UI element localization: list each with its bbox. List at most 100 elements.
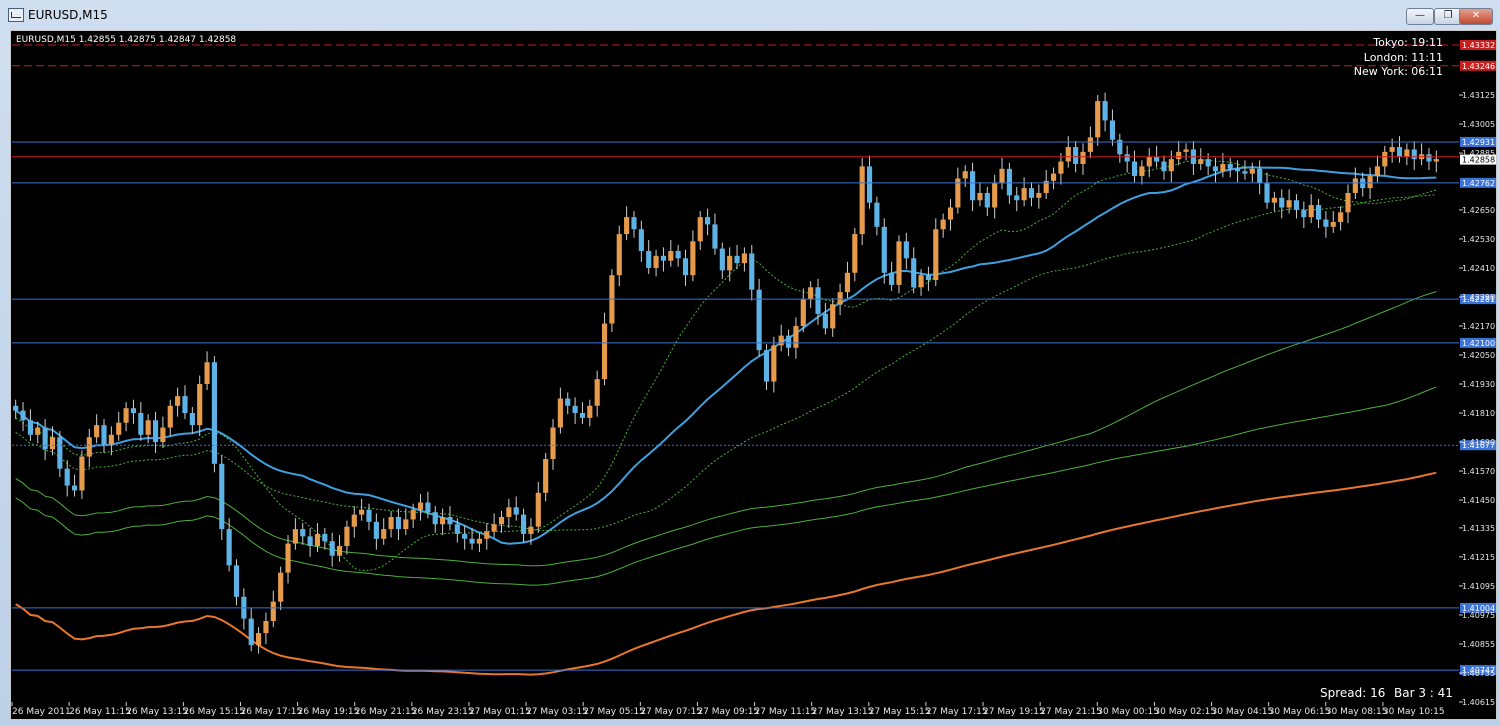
candle-body xyxy=(660,255,667,261)
candle-body xyxy=(1308,205,1314,218)
candle-body xyxy=(381,529,387,539)
candle-body xyxy=(27,420,33,435)
candle-body xyxy=(263,620,269,634)
candle-body xyxy=(719,248,725,271)
candle-body xyxy=(108,434,114,445)
candle-body xyxy=(57,437,63,469)
candle-body xyxy=(307,536,313,547)
candle-body xyxy=(336,546,343,556)
candle-body xyxy=(535,492,541,527)
level-price-label: 1.42100 xyxy=(1462,339,1495,348)
y-tick-label: 1.42650 xyxy=(1462,206,1495,215)
candle-body xyxy=(712,224,718,249)
x-tick-label: 27 May 17:15 xyxy=(926,707,988,717)
y-tick-label: 1.43005 xyxy=(1462,120,1495,129)
x-tick-label: 30 May 02:15 xyxy=(1154,707,1216,717)
candle-body xyxy=(1073,147,1079,164)
candle-body xyxy=(344,526,350,547)
candle-body xyxy=(13,405,19,411)
candle-body xyxy=(594,379,600,406)
candle-body xyxy=(1264,183,1270,203)
x-tick-label: 27 May 05:15 xyxy=(583,707,645,717)
y-tick-label: 1.43125 xyxy=(1462,91,1495,100)
candle-body xyxy=(35,427,41,435)
candle-body xyxy=(970,171,976,201)
candle-body xyxy=(71,485,78,491)
x-tick-label: 27 May 03:15 xyxy=(526,707,588,717)
candle-body xyxy=(1205,159,1211,167)
candle-body xyxy=(638,229,644,252)
candle-body xyxy=(285,543,291,573)
candle-body xyxy=(668,251,674,261)
candle-body xyxy=(440,517,446,525)
candle-body xyxy=(366,509,372,522)
candle-body xyxy=(329,541,335,556)
y-tick-label: 1.41570 xyxy=(1462,467,1495,476)
candle-body xyxy=(491,524,497,532)
candle-body xyxy=(403,519,409,530)
candle-body xyxy=(454,524,460,534)
candle-body xyxy=(1338,212,1344,222)
candle-body xyxy=(903,241,909,259)
y-tick-label: 1.42290 xyxy=(1462,293,1495,302)
candle-body xyxy=(189,413,195,426)
x-tick-label: 30 May 00:15 xyxy=(1097,707,1159,717)
candle-body xyxy=(160,427,166,443)
candle-body xyxy=(624,217,630,235)
candle-body xyxy=(1058,161,1064,174)
y-tick-label: 1.41450 xyxy=(1462,496,1495,505)
mt4-chart-window: EURUSD,M15 — ❐ ✕ 1.43332 1.43246 1.42931 1.… xyxy=(0,0,1500,726)
candle-body xyxy=(1183,149,1189,152)
candle-body xyxy=(675,251,681,259)
candle-body xyxy=(1014,195,1020,201)
candle-body xyxy=(587,405,593,418)
candle-body xyxy=(697,217,703,242)
candle-body xyxy=(322,533,328,542)
candle-body xyxy=(1279,197,1285,208)
candle-body xyxy=(1139,166,1145,177)
candle-body xyxy=(1426,154,1432,162)
candle-body xyxy=(1146,156,1152,167)
candle-body xyxy=(1293,200,1300,210)
candle-body xyxy=(1323,219,1329,227)
candle-body xyxy=(256,633,262,646)
candle-body xyxy=(572,405,578,414)
candle-body xyxy=(896,241,902,285)
candle-body xyxy=(852,234,858,273)
candle-body xyxy=(1367,176,1373,189)
candle-body xyxy=(727,255,733,271)
y-tick-label: 1.40975 xyxy=(1462,611,1495,620)
candle-body xyxy=(1301,209,1307,218)
candle-body xyxy=(550,427,556,459)
x-tick-label: 26 May 15:15 xyxy=(183,707,245,717)
candle-body xyxy=(977,192,983,201)
candle-body xyxy=(1227,163,1233,169)
y-tick-label: 1.40855 xyxy=(1462,640,1495,649)
bar-timer-readout: Bar 3 : 41 xyxy=(1394,686,1453,700)
candle-body xyxy=(1080,151,1086,164)
candle-body xyxy=(1161,161,1167,172)
candle-body xyxy=(116,422,122,435)
candle-body xyxy=(1021,188,1027,201)
candle-body xyxy=(1176,151,1182,160)
candle-body xyxy=(866,166,873,203)
y-tick-label: 1.40615 xyxy=(1462,698,1495,707)
candle-body xyxy=(1220,163,1226,172)
x-tick-label: 27 May 09:15 xyxy=(697,707,759,717)
x-tick-label: 26 May 19:15 xyxy=(298,707,360,717)
candle-body xyxy=(476,538,482,544)
candle-body xyxy=(646,251,652,268)
candle-body xyxy=(425,502,431,513)
candle-body xyxy=(1396,147,1403,157)
y-tick-label: 1.42170 xyxy=(1462,322,1495,331)
candle-body xyxy=(49,437,56,450)
candle-body xyxy=(1006,168,1012,196)
candle-body xyxy=(226,529,232,566)
candlestick-chart[interactable]: 1.433321.432461.429311.427621.422811.421… xyxy=(0,0,1500,726)
x-tick-label: 30 May 06:15 xyxy=(1269,707,1331,717)
candle-body xyxy=(462,533,468,539)
candle-body xyxy=(837,292,843,305)
level-price-label: 1.43332 xyxy=(1462,41,1495,50)
candle-body xyxy=(984,192,990,208)
candle-body xyxy=(410,509,416,520)
